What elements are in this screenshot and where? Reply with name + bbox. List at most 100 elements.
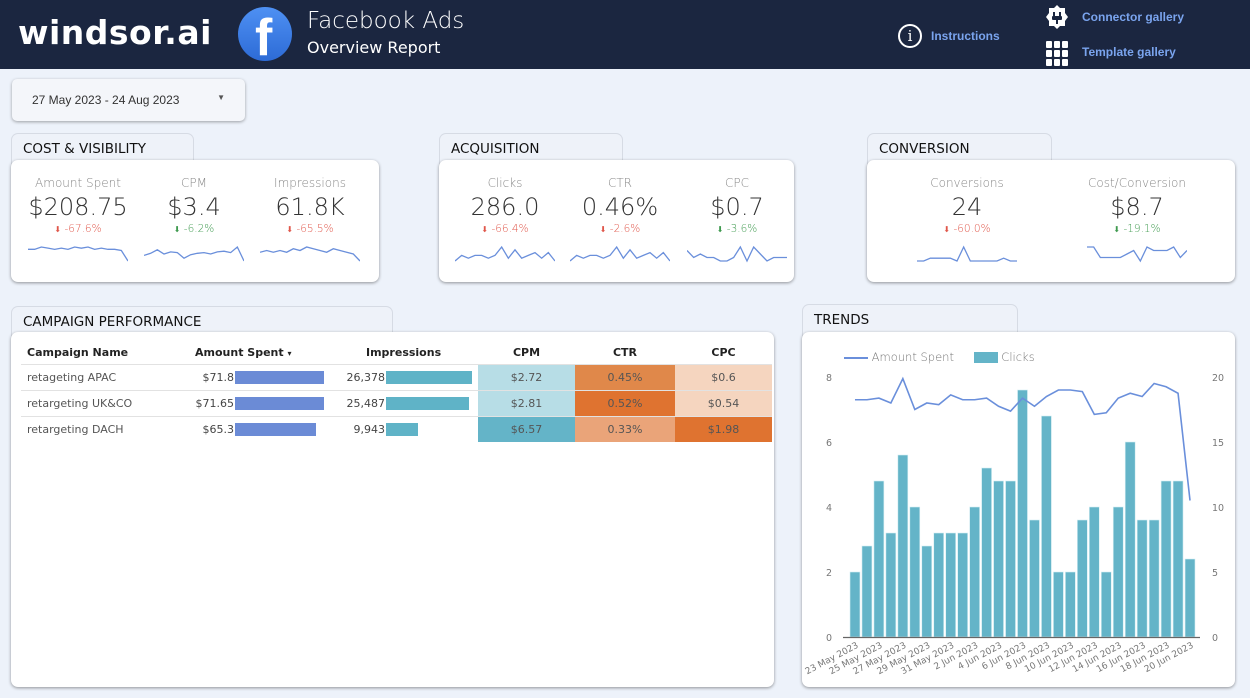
cell-campaign-name: retargeting UK&CO <box>21 389 171 416</box>
amount-bar <box>235 370 324 384</box>
kpi-change: ⬇ -66.4% <box>445 223 565 235</box>
date-range-picker[interactable]: 27 May 2023 - 24 Aug 2023 ▼ <box>12 79 245 121</box>
sparkline-path <box>28 246 128 262</box>
col-campaign-name[interactable]: Campaign Name <box>21 341 171 364</box>
amount-bar <box>235 396 324 410</box>
kpi-label: Impressions <box>274 176 346 190</box>
y-left-tick-label: 2 <box>826 568 832 579</box>
clicks-bar <box>1065 571 1076 638</box>
col-ctr[interactable]: CTR <box>575 341 675 364</box>
clicks-bar <box>849 571 861 638</box>
col-amount-spent[interactable]: Amount Spent ▾ <box>171 341 330 364</box>
table-row[interactable]: retargeting UK&CO $71.65 25,487 $2.81 0.… <box>21 389 772 416</box>
kpi-label: CPM <box>181 176 207 190</box>
cell-amount-spent: $65.3 <box>171 415 330 442</box>
clicks-bar <box>1053 571 1064 638</box>
cell-amount-spent: $71.8 <box>171 363 330 390</box>
clicks-bar <box>1184 558 1196 638</box>
col-impressions[interactable]: Impressions <box>330 341 478 364</box>
clicks-bar <box>981 467 992 638</box>
sparkline <box>917 245 1017 262</box>
y-right-tick-label: 10 <box>1212 503 1224 514</box>
clicks-bar <box>885 532 897 638</box>
cell-impressions: 26,378 <box>330 363 478 390</box>
clicks-bar <box>909 506 921 638</box>
cell-impressions: 25,487 <box>330 389 478 416</box>
impressions-value: 26,378 <box>346 370 386 384</box>
col-cpm[interactable]: CPM <box>478 341 575 364</box>
kpi-conversion-1: Cost/Conversion $8.7 ⬇ -19.1% <box>1077 176 1197 235</box>
sparkline <box>1087 246 1187 263</box>
table-row[interactable]: retageting APAC $71.8 26,378 $2.72 0.45%… <box>21 363 772 390</box>
clicks-bar <box>1100 571 1112 638</box>
kpi-label: Amount Spent <box>35 176 121 190</box>
kpi-value: 0.46% <box>581 193 659 221</box>
impressions-bar <box>386 396 469 410</box>
plug-icon[interactable] <box>1044 4 1070 30</box>
impressions-value: 25,487 <box>346 396 386 410</box>
kpi-value: 61.8K <box>275 193 345 221</box>
cell-cpm: $6.57 <box>478 415 575 442</box>
y-left-tick-label: 4 <box>826 503 832 514</box>
clicks-bar <box>1148 519 1160 638</box>
table-row[interactable]: retargeting DACH $65.3 9,943 $6.57 0.33%… <box>21 415 772 442</box>
kpi-change: ⬇ -67.6% <box>18 223 138 235</box>
kpi-value: $0.7 <box>710 193 764 221</box>
clicks-bar <box>1017 389 1028 638</box>
kpi-change: ⬇ -3.6% <box>677 223 797 235</box>
sort-desc-icon: ▾ <box>287 348 292 358</box>
clicks-bar <box>969 506 980 638</box>
info-icon[interactable]: i <box>898 24 922 48</box>
cell-cpm: $2.81 <box>478 389 575 416</box>
sparkline <box>455 245 555 262</box>
template-gallery-link[interactable]: Template gallery <box>1082 45 1176 59</box>
arrow-down-icon: ⬇ <box>1113 225 1121 234</box>
chevron-down-icon: ▼ <box>217 93 225 102</box>
kpi-change-value: -66.4% <box>491 223 529 235</box>
date-range-value: 27 May 2023 - 24 Aug 2023 <box>32 93 180 107</box>
sparkline-path <box>260 246 360 262</box>
cell-ctr: 0.45% <box>575 363 675 390</box>
amount-value: $71.65 <box>195 396 235 410</box>
kpi-change-value: -19.1% <box>1123 223 1161 235</box>
kpi-cost-0: Amount Spent $208.75 ⬇ -67.6% <box>18 176 138 235</box>
sparkline <box>570 245 670 262</box>
kpi-change: ⬇ -2.6% <box>560 223 680 235</box>
trends-chart: 024680510152023 May 202325 May 202327 Ma… <box>804 373 1224 677</box>
app-header: windsor.ai f Facebook Ads Overview Repor… <box>0 0 1250 69</box>
cell-campaign-name: retageting APAC <box>21 363 171 390</box>
kpi-acquisition-0: Clicks 286.0 ⬇ -66.4% <box>445 176 565 235</box>
kpi-change: ⬇ -65.5% <box>250 223 370 235</box>
kpi-value: $208.75 <box>28 193 128 221</box>
clicks-bar <box>1041 415 1052 638</box>
y-right-tick-label: 5 <box>1212 568 1218 579</box>
kpi-conversion-0: Conversions 24 ⬇ -60.0% <box>907 176 1027 235</box>
connector-gallery-link[interactable]: Connector gallery <box>1082 10 1184 24</box>
amount-value: $71.8 <box>202 370 235 384</box>
clicks-bar <box>933 532 945 638</box>
kpi-value: 24 <box>951 193 983 221</box>
instructions-link[interactable]: Instructions <box>931 29 1000 43</box>
y-right-tick-label: 15 <box>1212 438 1224 449</box>
arrow-down-icon: ⬇ <box>173 225 181 234</box>
sparkline <box>144 245 244 262</box>
clicks-bar <box>1160 480 1172 638</box>
kpi-value: $3.4 <box>167 193 221 221</box>
clicks-bar <box>1077 519 1088 638</box>
kpi-change-value: -67.6% <box>64 223 102 235</box>
clicks-bar <box>957 532 968 638</box>
kpi-label: CPC <box>725 176 749 190</box>
cell-cpc: $0.54 <box>675 389 772 416</box>
cell-amount-spent: $71.65 <box>171 389 330 416</box>
windsor-logo[interactable]: windsor.ai <box>18 13 212 52</box>
grid-icon[interactable] <box>1046 41 1070 66</box>
arrow-down-icon: ⬇ <box>54 225 62 234</box>
kpi-label: Clicks <box>487 176 523 190</box>
clicks-bar <box>897 454 909 638</box>
kpi-value: $8.7 <box>1110 193 1164 221</box>
report-title: Facebook Ads <box>307 8 465 34</box>
sparkline-path <box>917 245 1017 262</box>
clicks-bar <box>945 532 956 638</box>
col-cpc[interactable]: CPC <box>675 341 772 364</box>
clicks-bar <box>1136 519 1148 638</box>
